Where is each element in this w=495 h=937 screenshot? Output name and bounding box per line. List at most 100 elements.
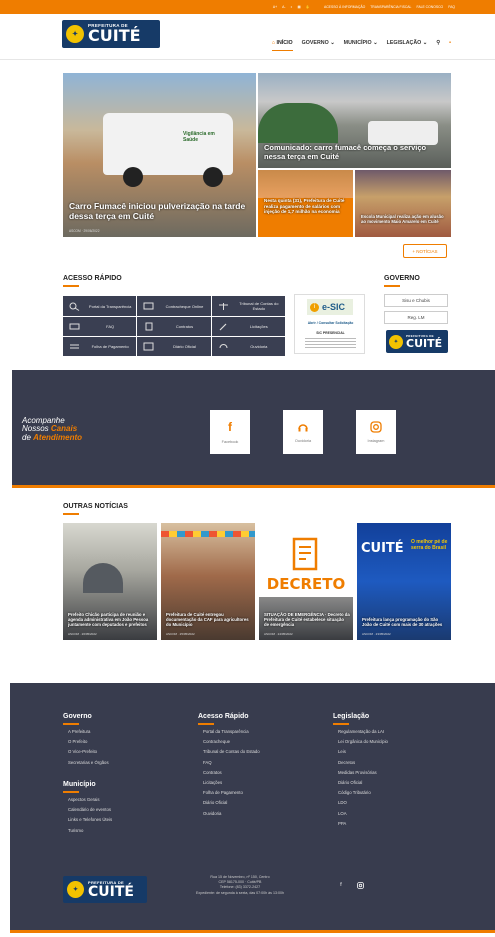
esic-banner[interactable]: i e-SIC Abrir / Consultar Solicitação SI… — [294, 294, 365, 354]
accessibility-icon[interactable]: A+ — [273, 5, 277, 9]
featured-slide-main[interactable]: Vigilância em Saúde Carro Fumacê iniciou… — [63, 73, 256, 237]
nav-municipio[interactable]: MUNICÍPIO ⌄ — [344, 40, 378, 51]
quick-transparency[interactable]: Portal da Transparência — [63, 296, 137, 316]
facebook-icon[interactable]: f — [335, 879, 347, 891]
city-seal-icon: ✦ — [389, 334, 403, 349]
city-seal-icon: ✦ — [66, 25, 84, 43]
governo-button-2[interactable]: Reg. LM — [384, 311, 448, 324]
quick-faq[interactable]: FAQ — [63, 317, 137, 336]
footer-link[interactable]: LDO — [333, 800, 388, 805]
quick-contracts[interactable]: Contratos — [137, 317, 211, 336]
vlibras-icon[interactable]: ✋ — [306, 5, 310, 9]
ombudsman-card[interactable]: Ouvidoria — [283, 410, 323, 454]
news-card-3[interactable]: DECRETO SITUAÇÃO DE EMERGÊNCIA · Decreto… — [259, 523, 353, 640]
news-card-1[interactable]: Prefeito Chicão participa de reunião e a… — [63, 523, 157, 640]
main-nav: ⌂ INÍCIO GOVERNO ⌄ MUNICÍPIO ⌄ LEGISLAÇÃ… — [271, 40, 451, 51]
footer-link[interactable]: Links e Telefones Úteis — [63, 817, 112, 822]
quick-ombudsman[interactable]: Ouvidoria — [211, 337, 285, 356]
chevron-down-icon: ⌄ — [422, 40, 428, 46]
footer-link[interactable]: Portal da Transparência — [198, 729, 260, 734]
footer-link[interactable]: Leis — [333, 749, 388, 754]
esic-lines — [305, 338, 356, 350]
more-news-button[interactable]: + NOTÍCIAS — [403, 244, 447, 258]
footer-heading: Acesso Rápido — [198, 713, 260, 725]
footer-link[interactable]: Licitações — [198, 780, 260, 785]
vehicle-image — [103, 113, 233, 175]
footer-link[interactable]: LOA — [333, 811, 388, 816]
search-icon[interactable]: ⚲ — [436, 40, 440, 51]
brand-big: CUITÉ — [88, 26, 141, 46]
footer-link[interactable]: Diário Oficial — [198, 800, 260, 805]
governo-logo[interactable]: ✦ PREFEITURA DE CUITÉ — [386, 330, 448, 353]
contrast-icon[interactable]: A- — [282, 5, 285, 9]
monitor-icon — [143, 302, 154, 309]
footer-heading: Governo — [63, 713, 109, 725]
footer-link[interactable]: PPA — [333, 821, 388, 826]
footer-link[interactable]: O Vice-Prefeito — [63, 749, 109, 754]
facebook-icon: f — [228, 420, 232, 434]
header: ✦ PREFEITURA DE CUITÉ ⌂ INÍCIO GOVERNO ⌄… — [0, 14, 495, 60]
facebook-card[interactable]: f Facebook — [210, 410, 250, 454]
instagram-icon — [370, 421, 382, 433]
nav-governo[interactable]: GOVERNO ⌄ — [302, 40, 335, 51]
topbar-link-faq[interactable]: FAQ — [448, 5, 455, 9]
footer-link[interactable]: Diário Oficial — [333, 780, 388, 785]
footer-link[interactable]: Decretos — [333, 760, 388, 765]
footer-link[interactable]: FAQ — [198, 760, 260, 765]
esic-logo: i e-SIC — [307, 299, 353, 315]
footer-col-legislacao: Legislação Regulamentação da LAI Lei Org… — [333, 713, 388, 831]
footer-heading: Legislação — [333, 713, 388, 725]
footer-link[interactable]: Lei Orgânica do Município — [333, 739, 388, 744]
footer-link[interactable]: A Prefeitura — [63, 729, 109, 734]
sitemap-icon[interactable]: ▦ — [298, 5, 301, 9]
footer-link[interactable]: Aspectos Gerais — [63, 797, 112, 802]
quick-payroll[interactable]: Folha de Pagamento — [63, 337, 137, 356]
gavel-icon — [219, 323, 227, 331]
footer-link[interactable]: Regulamentação da LAI — [333, 729, 388, 734]
footer-link[interactable]: Turismo — [63, 828, 112, 833]
font-icon[interactable]: ◐ — [290, 5, 292, 9]
festival-banner: CUITÉ — [361, 541, 404, 556]
footer-link[interactable]: Folha de Pagamento — [198, 790, 260, 795]
home-icon: ⌂ — [271, 40, 275, 46]
footer-link[interactable]: O Prefeito — [63, 739, 109, 744]
topbar-link-contact[interactable]: FALE CONOSCO — [416, 5, 443, 9]
featured-slide-2[interactable]: Comunicado: carro fumacê começa o serviç… — [258, 73, 451, 168]
quick-paycheck[interactable]: Contracheque Online — [137, 296, 211, 316]
menu-dot-icon[interactable]: • — [449, 40, 451, 51]
footer-link[interactable]: Secretarias e Órgãos — [63, 760, 109, 765]
footer-link[interactable]: Medidas Provisórias — [333, 770, 388, 775]
featured-slide-4[interactable]: Escola Municipal realiza ação em alusão … — [355, 170, 451, 237]
nav-home[interactable]: ⌂ INÍCIO — [271, 40, 293, 51]
footer-link[interactable]: Calendário de eventos — [63, 807, 112, 812]
footer-link[interactable]: Tribunal de Contas do Estado — [198, 749, 260, 754]
footer-link[interactable]: Código Tributário — [333, 790, 388, 795]
footer-col-municipio: Município Aspectos Gerais Calendário de … — [63, 781, 112, 838]
site-logo[interactable]: ✦ PREFEITURA DE CUITÉ — [62, 20, 160, 48]
footer-link[interactable]: Ouvidoria — [198, 811, 260, 816]
news-card-4[interactable]: CUITÉ O melhor pé de serra do Brasil Pre… — [357, 523, 451, 640]
quick-court[interactable]: Tribunal de Contas do Estado — [211, 296, 285, 316]
topbar-link-access-info[interactable]: ACESSO À INFORMAÇÃO — [324, 5, 365, 9]
instagram-icon[interactable] — [354, 879, 366, 891]
topbar-link-transparency[interactable]: TRANSPARÊNCIA FISCAL — [370, 5, 411, 9]
footer-logo[interactable]: ✦ PREFEITURA DE CUITÉ — [63, 876, 147, 903]
slide-title: Escola Municipal realiza ação em alusão … — [361, 214, 444, 225]
instagram-card[interactable]: Instagram — [356, 410, 396, 454]
footer-link[interactable]: Contratos — [198, 770, 260, 775]
footer-link[interactable]: Contracheque — [198, 739, 260, 744]
esic-subtitle: Abrir / Consultar Solicitação — [307, 321, 354, 325]
quick-gazette[interactable]: Diário Oficial — [137, 337, 211, 356]
esic-heading: SIC PRESENCIAL — [316, 331, 345, 335]
news-card-2[interactable]: Prefeitura de Cuité entregou documentaçã… — [161, 523, 255, 640]
slide-title: Comunicado: carro fumacê começa o serviç… — [264, 143, 427, 161]
decree-document-icon — [292, 537, 318, 571]
featured-slide-3[interactable]: Nesta quinta (31), Prefeitura de Cuité r… — [258, 170, 353, 237]
news-image — [161, 531, 255, 537]
quick-bids[interactable]: Licitações — [211, 317, 285, 336]
vehicle-wheel — [203, 167, 223, 187]
other-news-title: OUTRAS NOTÍCIAS — [63, 503, 128, 515]
governo-button-1[interactable]: Sisu e Chubis — [384, 294, 448, 307]
nav-legislacao[interactable]: LEGISLAÇÃO ⌄ — [387, 40, 428, 51]
quick-access-title: ACESSO RÁPIDO — [63, 275, 122, 287]
